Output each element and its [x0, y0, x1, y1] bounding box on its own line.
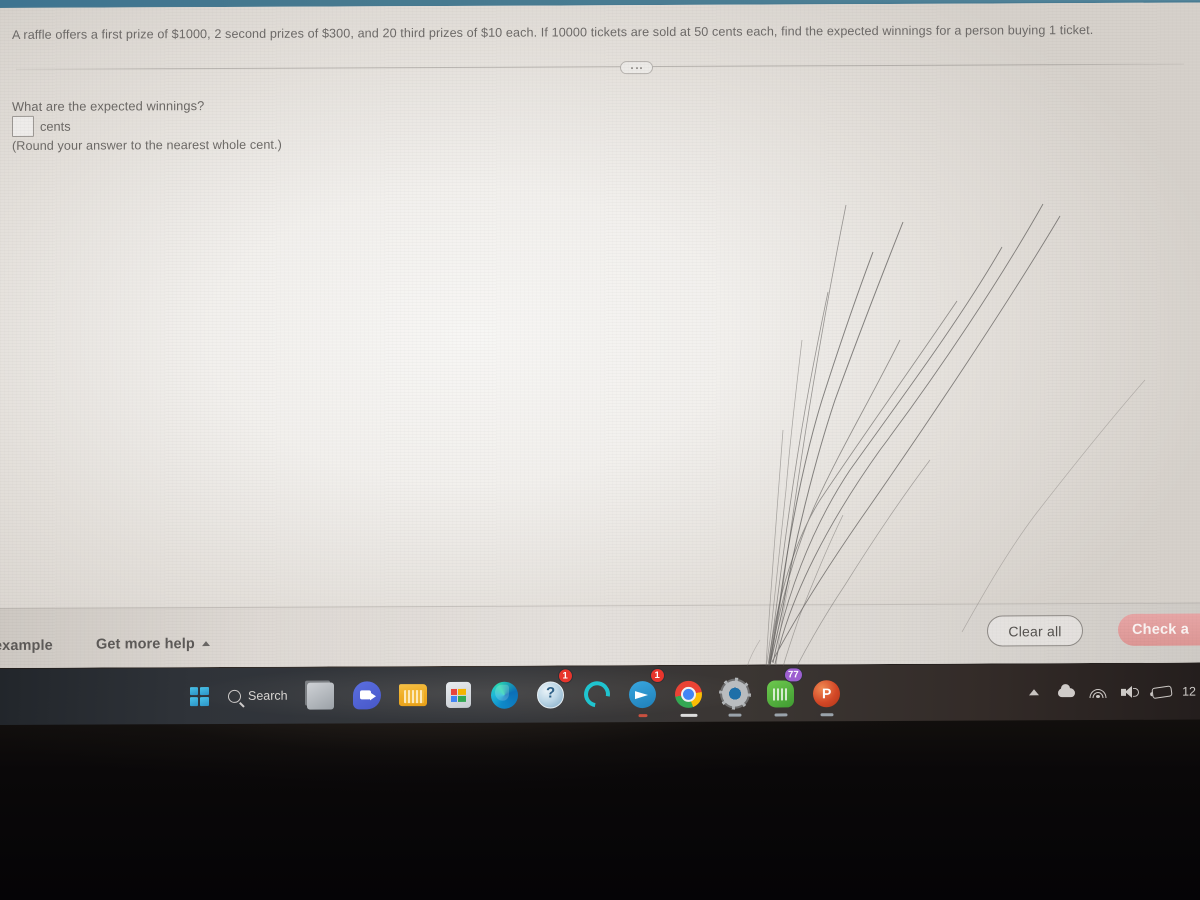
taskbar-app-settings[interactable]	[712, 666, 758, 722]
whatsapp-badge: 77	[784, 667, 803, 683]
windows-taskbar: Search 1	[0, 663, 1200, 725]
search-label: Search	[248, 688, 288, 703]
search-icon	[228, 689, 241, 703]
answer-unit-label: cents	[40, 118, 71, 134]
google-chrome-icon	[675, 680, 703, 708]
clear-all-button[interactable]: Clear all	[987, 615, 1083, 647]
check-answer-button[interactable]: Check a	[1118, 613, 1200, 646]
question-stem: A raffle offers a first prize of $1000, …	[12, 23, 1094, 42]
onedrive-tray-button[interactable]	[1050, 664, 1082, 720]
taskbar-app-copilot[interactable]	[574, 666, 620, 722]
taskbar-app-microsoft-store[interactable]	[436, 667, 482, 723]
taskbar-app-task-view[interactable]	[298, 667, 344, 723]
taskbar-app-whatsapp[interactable]: 77	[758, 665, 804, 721]
section-divider	[16, 63, 1184, 70]
view-example-link[interactable]: example	[0, 638, 53, 654]
telegram-icon	[629, 680, 657, 708]
dot-1	[631, 66, 633, 69]
microsoft-teams-icon	[352, 681, 381, 710]
battery-tray-button[interactable]	[1146, 664, 1178, 720]
volume-tray-button[interactable]	[1114, 664, 1146, 720]
show-hidden-icons-button[interactable]	[1018, 664, 1050, 720]
chrome-running-indicator	[680, 713, 698, 717]
taskbar-app-powerpoint[interactable]	[804, 665, 850, 721]
settings-running-indicator	[728, 713, 742, 717]
taskbar-app-file-explorer[interactable]	[390, 667, 436, 723]
taskbar-app-get-help[interactable]: 1	[528, 666, 574, 722]
windows-logo-icon	[189, 686, 209, 706]
taskbar-app-microsoft-teams[interactable]	[344, 667, 390, 723]
battery-icon	[1151, 684, 1173, 699]
wifi-icon	[1089, 685, 1107, 698]
get-help-icon	[537, 680, 565, 709]
rounding-instruction: (Round your answer to the nearest whole …	[12, 137, 282, 153]
browser-content-area: A raffle offers a first prize of $1000, …	[0, 2, 1200, 668]
get-more-help-label: Get more help	[96, 636, 195, 653]
whatsapp-running-indicator	[774, 713, 788, 717]
whatsapp-icon	[767, 679, 795, 708]
taskbar-app-cluster: Search 1	[176, 665, 850, 724]
speaker-icon	[1121, 685, 1140, 698]
chevron-up-icon	[1029, 689, 1040, 696]
taskbar-app-google-chrome[interactable]	[666, 666, 712, 722]
microsoft-edge-icon	[491, 681, 519, 709]
dot-3	[640, 66, 642, 69]
taskbar-app-microsoft-edge[interactable]	[482, 667, 528, 723]
telegram-badge: 1	[649, 667, 665, 684]
network-tray-button[interactable]	[1082, 664, 1114, 720]
get-help-badge: 1	[557, 668, 573, 684]
start-button[interactable]	[176, 668, 222, 724]
answer-input[interactable]	[12, 115, 34, 137]
system-tray: 12	[1018, 664, 1200, 721]
photographed-laptop-screen: A raffle offers a first prize of $1000, …	[0, 0, 1200, 900]
answer-row: cents	[12, 115, 71, 137]
dot-2	[635, 66, 638, 69]
taskbar-app-telegram[interactable]: 1	[620, 666, 666, 722]
task-view-icon	[307, 681, 335, 710]
search-button[interactable]: Search	[222, 668, 298, 724]
more-options-button[interactable]	[620, 61, 653, 75]
taskbar-clock[interactable]: 12	[1178, 685, 1196, 699]
file-explorer-icon	[398, 684, 427, 707]
get-more-help-button[interactable]: Get more help	[96, 636, 210, 653]
gear-icon	[721, 680, 748, 707]
question-prompt: What are the expected winnings?	[12, 98, 205, 114]
powerpoint-icon	[813, 679, 841, 707]
caret-up-icon	[201, 640, 210, 646]
powerpoint-running-indicator	[820, 713, 834, 717]
cloud-icon	[1057, 687, 1075, 697]
copilot-icon	[578, 676, 615, 713]
telegram-running-indicator	[638, 714, 648, 718]
microsoft-store-icon	[446, 681, 472, 708]
